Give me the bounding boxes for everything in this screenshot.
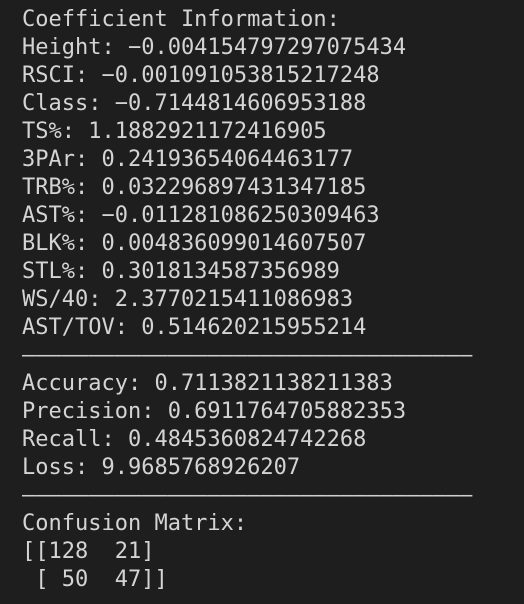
coefficient-rsci: RSCI: −0.001091053815217248 xyxy=(22,63,380,88)
metric-recall: Recall: 0.4845360824742268 xyxy=(22,427,367,452)
confusion-matrix-header: Confusion Matrix: xyxy=(22,511,248,536)
coefficient-ast-tov: AST/TOV: 0.514620215955214 xyxy=(22,315,367,340)
coefficient-blk-pct: BLK%: 0.004836099014607507 xyxy=(22,231,367,256)
divider: —————————————————————————————————— xyxy=(22,483,473,508)
coefficient-ws40: WS/40: 2.3770215411086983 xyxy=(22,287,354,312)
coefficient-class: Class: −0.7144814606953188 xyxy=(22,91,367,116)
coefficient-height: Height: −0.004154797297075434 xyxy=(22,35,407,60)
coefficient-ts-pct: TS%: 1.1882921172416905 xyxy=(22,119,327,144)
metric-precision: Precision: 0.6911764705882353 xyxy=(22,399,407,424)
divider: —————————————————————————————————— xyxy=(22,343,473,368)
coefficient-header: Coefficient Information: xyxy=(22,7,340,32)
coefficient-ast-pct: AST%: −0.011281086250309463 xyxy=(22,203,380,228)
confusion-matrix-row: [ 50 47]] xyxy=(22,567,168,592)
coefficient-stl-pct: STL%: 0.3018134587356989 xyxy=(22,259,340,284)
metric-loss: Loss: 9.9685768926207 xyxy=(22,455,301,480)
metric-accuracy: Accuracy: 0.7113821138211383 xyxy=(22,371,393,396)
terminal-output: Coefficient Information: Height: −0.0041… xyxy=(0,0,524,604)
coefficient-3par: 3PAr: 0.24193654064463177 xyxy=(22,147,354,172)
confusion-matrix-row: [[128 21] xyxy=(22,539,155,564)
coefficient-trb-pct: TRB%: 0.032296897431347185 xyxy=(22,175,367,200)
